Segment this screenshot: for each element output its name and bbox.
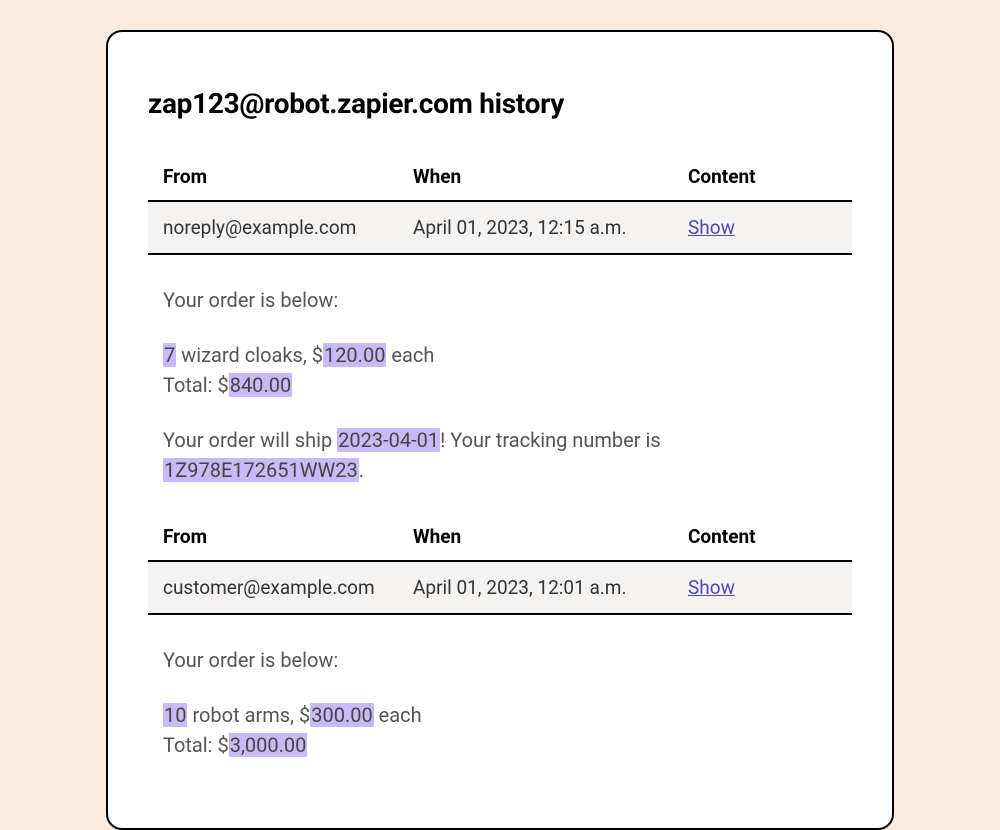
show-link[interactable]: Show: [688, 576, 735, 599]
cell-from: customer@example.com: [163, 576, 413, 599]
show-link[interactable]: Show: [688, 216, 735, 239]
text-segment: wizard cloaks, $: [176, 343, 323, 367]
body-line-item: 7 wizard cloaks, $120.00 each: [163, 340, 837, 370]
text-segment: each: [374, 703, 422, 727]
col-header-from: From: [163, 165, 413, 188]
table-header-row: From When Content: [148, 165, 852, 202]
highlight-qty: 10: [163, 703, 187, 727]
table-row: noreply@example.com April 01, 2023, 12:1…: [148, 202, 852, 255]
text-segment: ! Your tracking number is: [440, 428, 661, 452]
history-card: zap123@robot.zapier.com history From Whe…: [106, 30, 894, 830]
col-header-content: Content: [688, 525, 837, 548]
highlight-price: 120.00: [323, 343, 386, 367]
highlight-total: 3,000.00: [229, 733, 308, 757]
cell-content: Show: [688, 216, 837, 239]
cell-when: April 01, 2023, 12:01 a.m.: [413, 576, 688, 599]
body-total: Total: $3,000.00: [163, 730, 837, 760]
text-segment: .: [359, 458, 364, 482]
text-segment: Total: $: [163, 373, 229, 397]
highlight-price: 300.00: [310, 703, 373, 727]
highlight-date: 2023-04-01: [337, 428, 440, 452]
col-header-content: Content: [688, 165, 837, 188]
email-body: Your order is below: 7 wizard cloaks, $1…: [148, 255, 852, 525]
page-title: zap123@robot.zapier.com history: [148, 87, 852, 120]
body-shipping: Your order will ship 2023-04-01! Your tr…: [163, 425, 837, 485]
text-segment: each: [386, 343, 434, 367]
body-intro: Your order is below:: [163, 645, 837, 675]
body-line-item: 10 robot arms, $300.00 each: [163, 700, 837, 730]
col-header-when: When: [413, 165, 688, 188]
text-segment: robot arms, $: [187, 703, 310, 727]
highlight-tracking: 1Z978E172651WW23: [163, 458, 359, 482]
col-header-when: When: [413, 525, 688, 548]
email-body: Your order is below: 10 robot arms, $300…: [148, 615, 852, 800]
cell-from: noreply@example.com: [163, 216, 413, 239]
table-header-row: From When Content: [148, 525, 852, 562]
highlight-total: 840.00: [229, 373, 292, 397]
highlight-qty: 7: [163, 343, 176, 367]
body-total: Total: $840.00: [163, 370, 837, 400]
cell-when: April 01, 2023, 12:15 a.m.: [413, 216, 688, 239]
text-segment: Total: $: [163, 733, 229, 757]
table-row: customer@example.com April 01, 2023, 12:…: [148, 562, 852, 615]
text-segment: Your order will ship: [163, 428, 337, 452]
body-intro: Your order is below:: [163, 285, 837, 315]
col-header-from: From: [163, 525, 413, 548]
cell-content: Show: [688, 576, 837, 599]
